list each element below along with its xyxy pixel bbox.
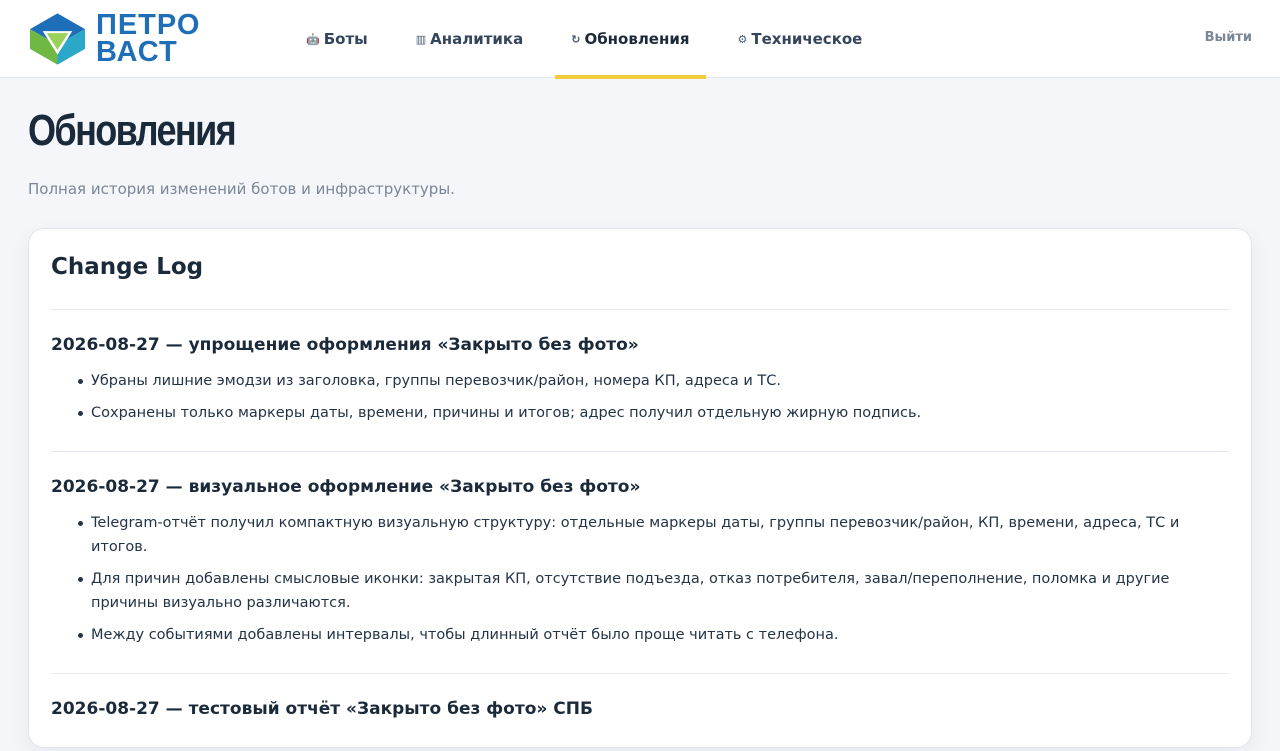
entry-list: Telegram-отчёт получил компактную визуал… xyxy=(51,511,1229,647)
list-item: Сохранены только маркеры даты, времени, … xyxy=(78,401,1229,425)
nav-item-label: Обновления xyxy=(584,30,690,48)
main-nav: 🤖 Боты ▥ Аналитика ↻ Обновления ⚙ Технич… xyxy=(290,0,894,79)
nav-item-updates[interactable]: ↻ Обновления xyxy=(555,0,706,79)
entry-title: 2026-08-27 — тестовый отчёт «Закрыто без… xyxy=(51,699,593,719)
nav-item-technical[interactable]: ⚙ Техническое xyxy=(722,0,879,78)
logo-mark-icon xyxy=(29,13,86,65)
refresh-icon: ↻ xyxy=(571,32,581,46)
robot-icon: 🤖 xyxy=(306,32,320,46)
nav-item-bots[interactable]: 🤖 Боты xyxy=(290,0,384,78)
list-item: Telegram-отчёт получил компактную визуал… xyxy=(78,511,1229,559)
entry-title: 2026-08-27 — визуальное оформление «Закр… xyxy=(51,477,641,497)
changelog-entry: 2026-08-27 — визуальное оформление «Закр… xyxy=(51,452,1229,674)
entry-title: 2026-08-27 — упрощение оформления «Закры… xyxy=(51,335,639,355)
nav-item-analytics[interactable]: ▥ Аналитика xyxy=(400,0,540,78)
gear-icon: ⚙ xyxy=(737,32,748,46)
entry-list: Убраны лишние эмодзи из заголовка, групп… xyxy=(51,369,1229,425)
logo-text: ПЕТРО ВАСТ xyxy=(96,9,201,68)
changelog-card: Change Log 2026-08-27 — упрощение оформл… xyxy=(28,228,1252,748)
nav-item-label: Аналитика xyxy=(430,30,524,48)
logout-link[interactable]: Выйти xyxy=(1205,30,1252,45)
list-item: Для причин добавлены смысловые иконки: з… xyxy=(78,567,1229,615)
changelog-title: Change Log xyxy=(51,254,1229,310)
list-item: Между событиями добавлены интервалы, что… xyxy=(78,623,1229,647)
changelog-entry: 2026-08-27 — тестовый отчёт «Закрыто без… xyxy=(51,674,1229,751)
nav-item-label: Боты xyxy=(323,30,368,48)
logo-line-2: ВАСТ xyxy=(96,36,178,68)
nav-item-label: Техническое xyxy=(751,30,863,48)
top-navbar: ПЕТРО ВАСТ 🤖 Боты ▥ Аналитика ↻ Обновлен… xyxy=(0,0,1280,79)
page-title: Обновления xyxy=(28,106,237,155)
logo-line-1: ПЕТРО xyxy=(96,9,201,41)
page-subtitle: Полная история изменений ботов и инфраст… xyxy=(28,180,455,198)
logo[interactable]: ПЕТРО ВАСТ xyxy=(28,11,200,67)
changelog-entry: 2026-08-27 — упрощение оформления «Закры… xyxy=(51,310,1229,452)
bar-chart-icon: ▥ xyxy=(415,32,427,46)
list-item: Убраны лишние эмодзи из заголовка, групп… xyxy=(78,369,1229,393)
